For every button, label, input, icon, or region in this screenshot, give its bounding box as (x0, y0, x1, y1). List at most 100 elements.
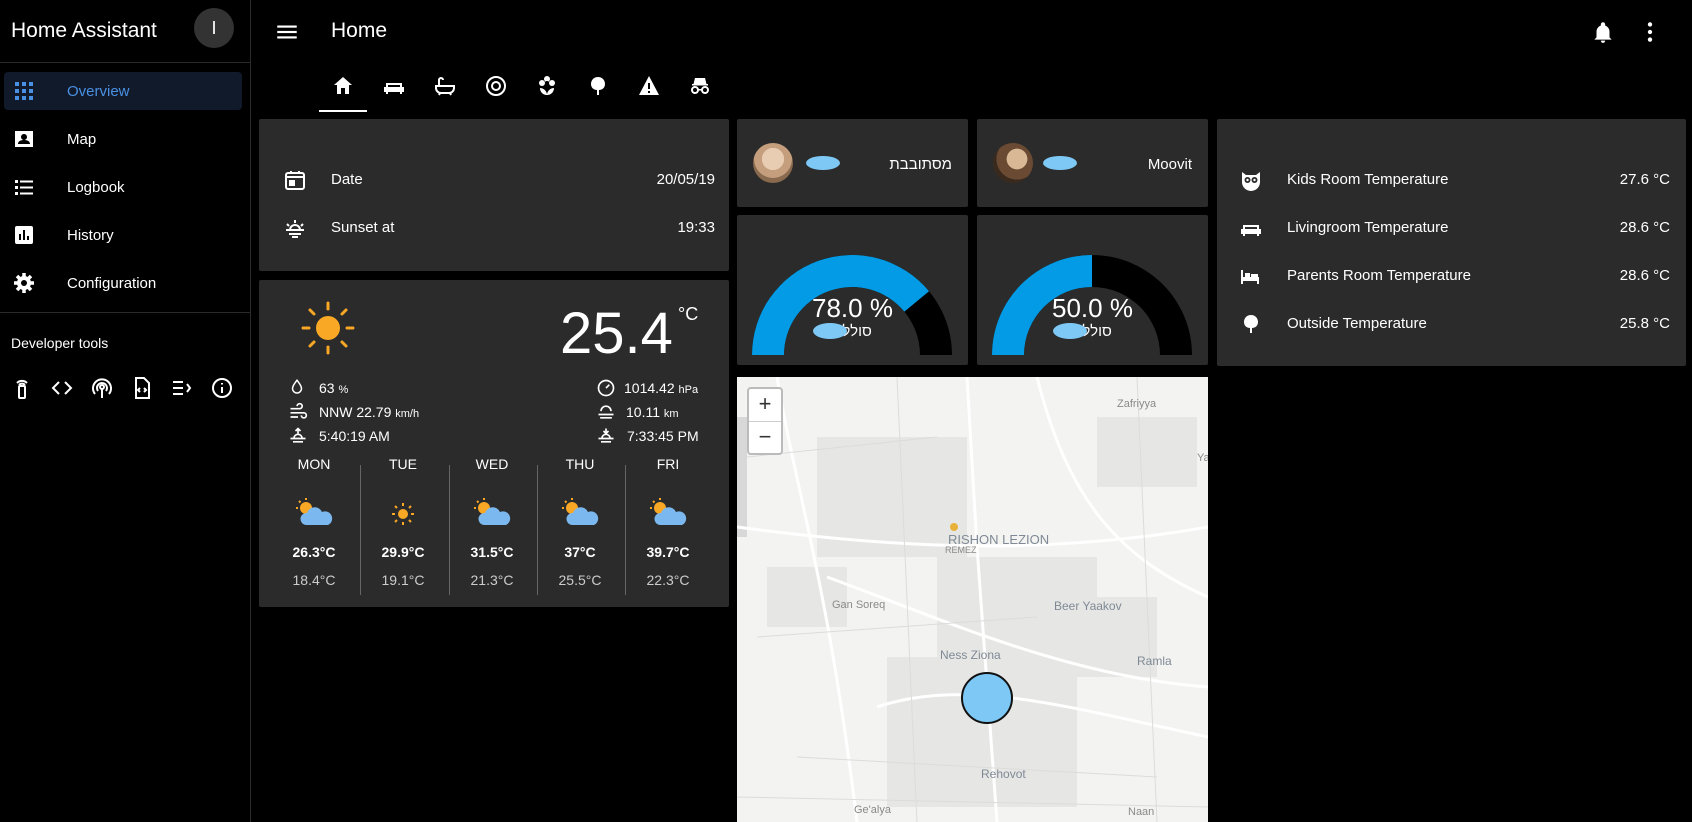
map-label: Ge'alya (854, 804, 891, 816)
tree-icon (591, 77, 605, 95)
pressure-unit: hPa (678, 384, 699, 396)
gauge-icon (597, 379, 615, 397)
tab-vacuum[interactable] (472, 72, 520, 110)
more-vert-icon[interactable] (1637, 19, 1663, 45)
map-city-label: Ness Ziona (940, 648, 1001, 662)
robot-vacuum-icon (486, 76, 506, 96)
menu-icon[interactable] (274, 19, 300, 45)
temperature-value: 25.8 °C (1619, 315, 1670, 332)
access-point-icon[interactable] (90, 376, 114, 400)
forecast-low: 22.3°C (646, 572, 690, 588)
battery-gauge-card[interactable]: 50.0 % סוללה (977, 215, 1208, 365)
weather-windy-icon (290, 402, 308, 419)
developer-tools-title: Developer tools (11, 335, 109, 351)
forecast-high: 31.5°C (470, 544, 514, 560)
wind-value: NNW 22.79 km/h (319, 404, 419, 420)
temperature-label: Outside Temperature (1287, 315, 1427, 332)
view-dashboard-icon (15, 82, 33, 100)
zoom-out-button[interactable]: − (749, 422, 781, 454)
battery-gauge-card[interactable]: 78.0 % סוללה (737, 215, 968, 365)
bell-icon[interactable] (1590, 19, 1616, 45)
settings-icon (14, 273, 34, 293)
humidity-value: 63 % (319, 380, 348, 396)
weather-fog-icon (598, 405, 614, 419)
bathtub-icon (435, 77, 455, 96)
weather-temperature: 25.4 (560, 301, 673, 366)
tab-outside[interactable] (574, 72, 622, 110)
redacted-mark (1043, 156, 1077, 170)
person-card[interactable]: Moovit (977, 119, 1208, 207)
sunset-value: 19:33 (677, 219, 715, 236)
map-roads (737, 377, 1208, 822)
text-to-speech-icon[interactable] (170, 376, 194, 400)
map-label: Zafriyya (1117, 398, 1157, 410)
person-location-marker[interactable] (961, 672, 1013, 724)
weather-sunset-icon (286, 220, 304, 238)
tab-alerts[interactable] (625, 72, 673, 110)
information-outline-icon[interactable] (210, 376, 234, 400)
date-label: Date (331, 171, 363, 188)
sunset-label: Sunset at (331, 219, 395, 236)
visibility-value: 10.11 km (626, 404, 679, 420)
sunrise-value: 5:40:19 AM (319, 428, 390, 444)
sidebar: Home Assistant I Overview Map Logbook Hi… (0, 0, 251, 822)
redacted-mark (1053, 323, 1087, 339)
temperature-label: Kids Room Temperature (1287, 171, 1449, 188)
tab-home[interactable] (319, 72, 367, 112)
forecast-day: MON 26.3°C 18.4°C (270, 456, 358, 588)
toolbar: Home (251, 0, 1692, 112)
map-card[interactable]: + − Zafriyya Ya RISHON LEZION REMEZ Gan … (737, 377, 1208, 822)
zoom-in-button[interactable]: + (749, 389, 781, 422)
account-box-icon (15, 131, 33, 147)
sidebar-item-history[interactable]: History (4, 216, 242, 254)
weather-sunset-down-icon (598, 428, 614, 443)
tab-bathroom[interactable] (421, 72, 469, 110)
sofa-icon (384, 83, 404, 94)
redacted-mark (806, 156, 840, 170)
map-poi-marker (950, 523, 958, 531)
sidebar-item-logbook[interactable]: Logbook (4, 168, 242, 206)
owl-icon (1242, 172, 1260, 191)
sofa-icon (1241, 225, 1261, 236)
partly-cloudy-icon (296, 498, 333, 525)
gauge-label: סוללה (1073, 323, 1112, 340)
gauge-label: סוללה (833, 323, 872, 340)
calendar-icon (285, 171, 305, 190)
remote-icon[interactable] (10, 376, 34, 400)
redacted-mark (813, 323, 847, 339)
flower-icon (539, 76, 555, 95)
sidebar-header: Home Assistant I (0, 0, 250, 63)
person-name: Moovit (1147, 156, 1192, 173)
map-label: REMEZ (945, 545, 977, 555)
humidity-number: 63 (319, 380, 335, 396)
forecast-day: THU 37°C 25.5°C (536, 456, 624, 588)
sidebar-item-overview[interactable]: Overview (4, 72, 242, 110)
person-card[interactable]: מסתובבת (737, 119, 968, 207)
chart-box-icon (15, 226, 33, 244)
temperatures-card: Kids Room Temperature 27.6 °C Livingroom… (1217, 119, 1686, 366)
sidebar-item-label: Logbook (67, 179, 125, 196)
tab-livingroom[interactable] (370, 72, 418, 110)
partly-cloudy-icon (650, 498, 687, 525)
page-title: Home (331, 19, 388, 42)
temperature-value: 28.6 °C (1619, 219, 1670, 236)
sidebar-item-configuration[interactable]: Configuration (4, 264, 242, 302)
forecast-day: WED 31.5°C 21.3°C (448, 456, 536, 588)
sunset-time-value: 7:33:45 PM (627, 428, 699, 444)
tree-icon (1244, 315, 1258, 333)
tab-incognito[interactable] (676, 72, 724, 110)
pressure-value: 1014.42 hPa (624, 380, 698, 396)
wind-unit: km/h (395, 408, 420, 420)
file-xml-icon[interactable] (130, 376, 154, 400)
tab-garden[interactable] (523, 72, 571, 110)
forecast-high: 29.9°C (381, 544, 425, 560)
code-tags-icon[interactable] (50, 376, 74, 400)
humidity-unit: % (338, 384, 349, 396)
user-avatar[interactable]: I (194, 8, 234, 48)
info-card: Date 20/05/19 Sunset at 19:33 (259, 119, 729, 271)
sidebar-item-map[interactable]: Map (4, 120, 242, 158)
forecast-high: 26.3°C (292, 544, 336, 560)
temperature-label: Parents Room Temperature (1287, 267, 1471, 284)
temperature-value: 27.6 °C (1619, 171, 1670, 188)
format-list-bulleted-icon (15, 180, 33, 195)
